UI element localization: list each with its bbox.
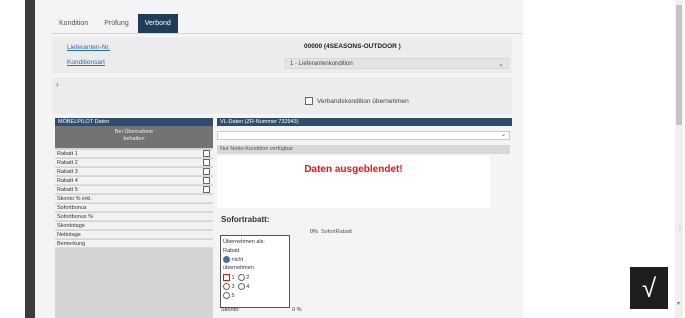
radio-label: 3 <box>231 283 235 290</box>
keep-checkbox[interactable] <box>203 150 210 157</box>
lieferanten-link[interactable]: Lieferanten-Nr. <box>67 44 110 51</box>
radio-2[interactable] <box>237 274 245 281</box>
row-label: Rabatt 1 <box>57 151 78 157</box>
verband-checkbox[interactable] <box>305 97 313 105</box>
transfer-as-label: Übernehmen als: <box>223 239 265 245</box>
skonto-value: 0 % <box>292 307 302 313</box>
row-label: Sofortbonus % <box>57 214 94 220</box>
uebernehmen-label: übernehmen <box>223 265 254 271</box>
list-item: Skonto % inkl. <box>55 195 213 203</box>
vl-data-header: VL-Daten (ZR-Nummer 732943) <box>217 118 512 126</box>
vl-data-dropdown[interactable]: ⌄ <box>217 131 510 140</box>
keep-on-transfer-header: Bei Übernahme behalten <box>55 126 213 148</box>
row-label: Nettotage <box>57 232 81 238</box>
radio-selected-icon <box>223 256 230 263</box>
skonto-label: Skonto: <box>221 307 240 313</box>
sofortrabatt-value: 0% <box>310 229 318 235</box>
rabatt-label: Rabatt <box>223 248 240 254</box>
radio-row-1: 1 2 <box>223 274 249 281</box>
hidden-data-notice: Daten ausgeblendet! <box>304 164 403 175</box>
verband-box: › Verbandskondition übernehmen <box>52 77 512 114</box>
row-label: Rabatt 4 <box>57 178 78 184</box>
main-panel: Kondition Prüfung Verbond Lieferanten-Nr… <box>35 0 523 318</box>
list-item: Nettotage <box>55 231 213 239</box>
radio-4[interactable] <box>237 283 245 290</box>
row-label: Rabatt 5 <box>57 187 78 193</box>
tab-bar: Kondition Prüfung Verbond <box>52 14 178 34</box>
keep-on-transfer-label: Bei Übernahme behalten <box>114 129 154 142</box>
keep-checkbox[interactable] <box>203 186 210 193</box>
radio-label: 2 <box>246 274 250 281</box>
scroll-down-icon[interactable]: ▾ <box>677 300 680 307</box>
chevron-right-icon[interactable]: › <box>56 80 59 89</box>
row-label: Bemerkung <box>57 241 86 247</box>
row-label: Skonto % inkl. <box>57 196 92 202</box>
radio-1[interactable] <box>223 274 230 281</box>
tab-divider <box>52 33 523 34</box>
radio-label: 5 <box>231 292 235 299</box>
grip-icon: ⋮ <box>677 226 683 232</box>
keep-checkbox[interactable] <box>203 177 210 184</box>
vl-data-column: ⌄ Nur Netto-Kondition verfügbar Daten au… <box>217 126 512 318</box>
tab-verbond[interactable]: Verbond <box>137 14 178 34</box>
radio-label: nicht <box>231 256 244 263</box>
list-item: Rabatt 3 <box>55 168 213 176</box>
list-item: Rabatt 1 <box>55 150 213 158</box>
konditionsart-value: 1 - Lieferantenkondition <box>290 61 353 67</box>
radio-nicht[interactable]: nicht <box>223 256 243 263</box>
sidebar-edge <box>25 0 35 318</box>
row-label: Sofortbonus <box>57 205 87 211</box>
list-item: Bemerkung <box>55 240 213 248</box>
radio-row-3: 5 <box>223 292 235 299</box>
sofortrabatt-label: SofortRabatt <box>321 229 352 235</box>
row-label: Rabatt 2 <box>57 160 78 166</box>
tab-pruefung[interactable]: Prüfung <box>97 14 136 34</box>
hidden-data-box: Daten ausgeblendet! <box>217 156 490 208</box>
radio-3[interactable] <box>223 283 230 290</box>
radio-label: 1 <box>231 274 235 281</box>
radio-row-2: 3 4 <box>223 283 249 290</box>
radio-label: 4 <box>246 283 250 290</box>
keep-checkbox[interactable] <box>203 168 210 175</box>
moebelpilot-header: MÖBELPILOT Daten <box>55 118 213 126</box>
chevron-down-icon: ⌄ <box>500 132 506 138</box>
verband-label: Verbandskondition übernehmen <box>317 97 409 105</box>
list-item: Sofortbonus % <box>55 213 213 221</box>
confirm-button[interactable]: √ <box>630 267 668 309</box>
chevron-down-icon: ⌄ <box>498 61 504 68</box>
list-item: Rabatt 4 <box>55 177 213 185</box>
lieferanten-value: 00000 (4SEASONS-OUTDOOR ) <box>304 43 401 50</box>
list-item: Rabatt 5 <box>55 186 213 194</box>
list-item: Skontotage <box>55 222 213 230</box>
konditionsart-link[interactable]: Konditionsart <box>67 59 105 66</box>
moebelpilot-column: Bei Übernahme behalten Rabatt 1 Rabatt 2… <box>55 126 213 318</box>
row-label: Rabatt 3 <box>57 169 78 175</box>
konditionsart-select[interactable]: 1 - Lieferantenkondition ⌄ <box>285 58 509 69</box>
sofortrabatt-title: Sofortrabatt: <box>221 215 270 224</box>
scrollbar-thumb[interactable] <box>676 5 682 125</box>
list-item: Rabatt 2 <box>55 159 213 167</box>
row-label: Skontotage <box>57 223 85 229</box>
net-only-info: Nur Netto-Kondition verfügbar <box>217 145 510 154</box>
verband-option: Verbandskondition übernehmen <box>305 97 409 105</box>
list-item: Sofortbonus <box>55 204 213 212</box>
tab-kondition[interactable]: Kondition <box>52 14 96 34</box>
transfer-options-box: Übernehmen als: Rabatt nicht übernehmen … <box>220 235 290 308</box>
radio-5[interactable] <box>223 292 230 299</box>
keep-checkbox[interactable] <box>203 159 210 166</box>
